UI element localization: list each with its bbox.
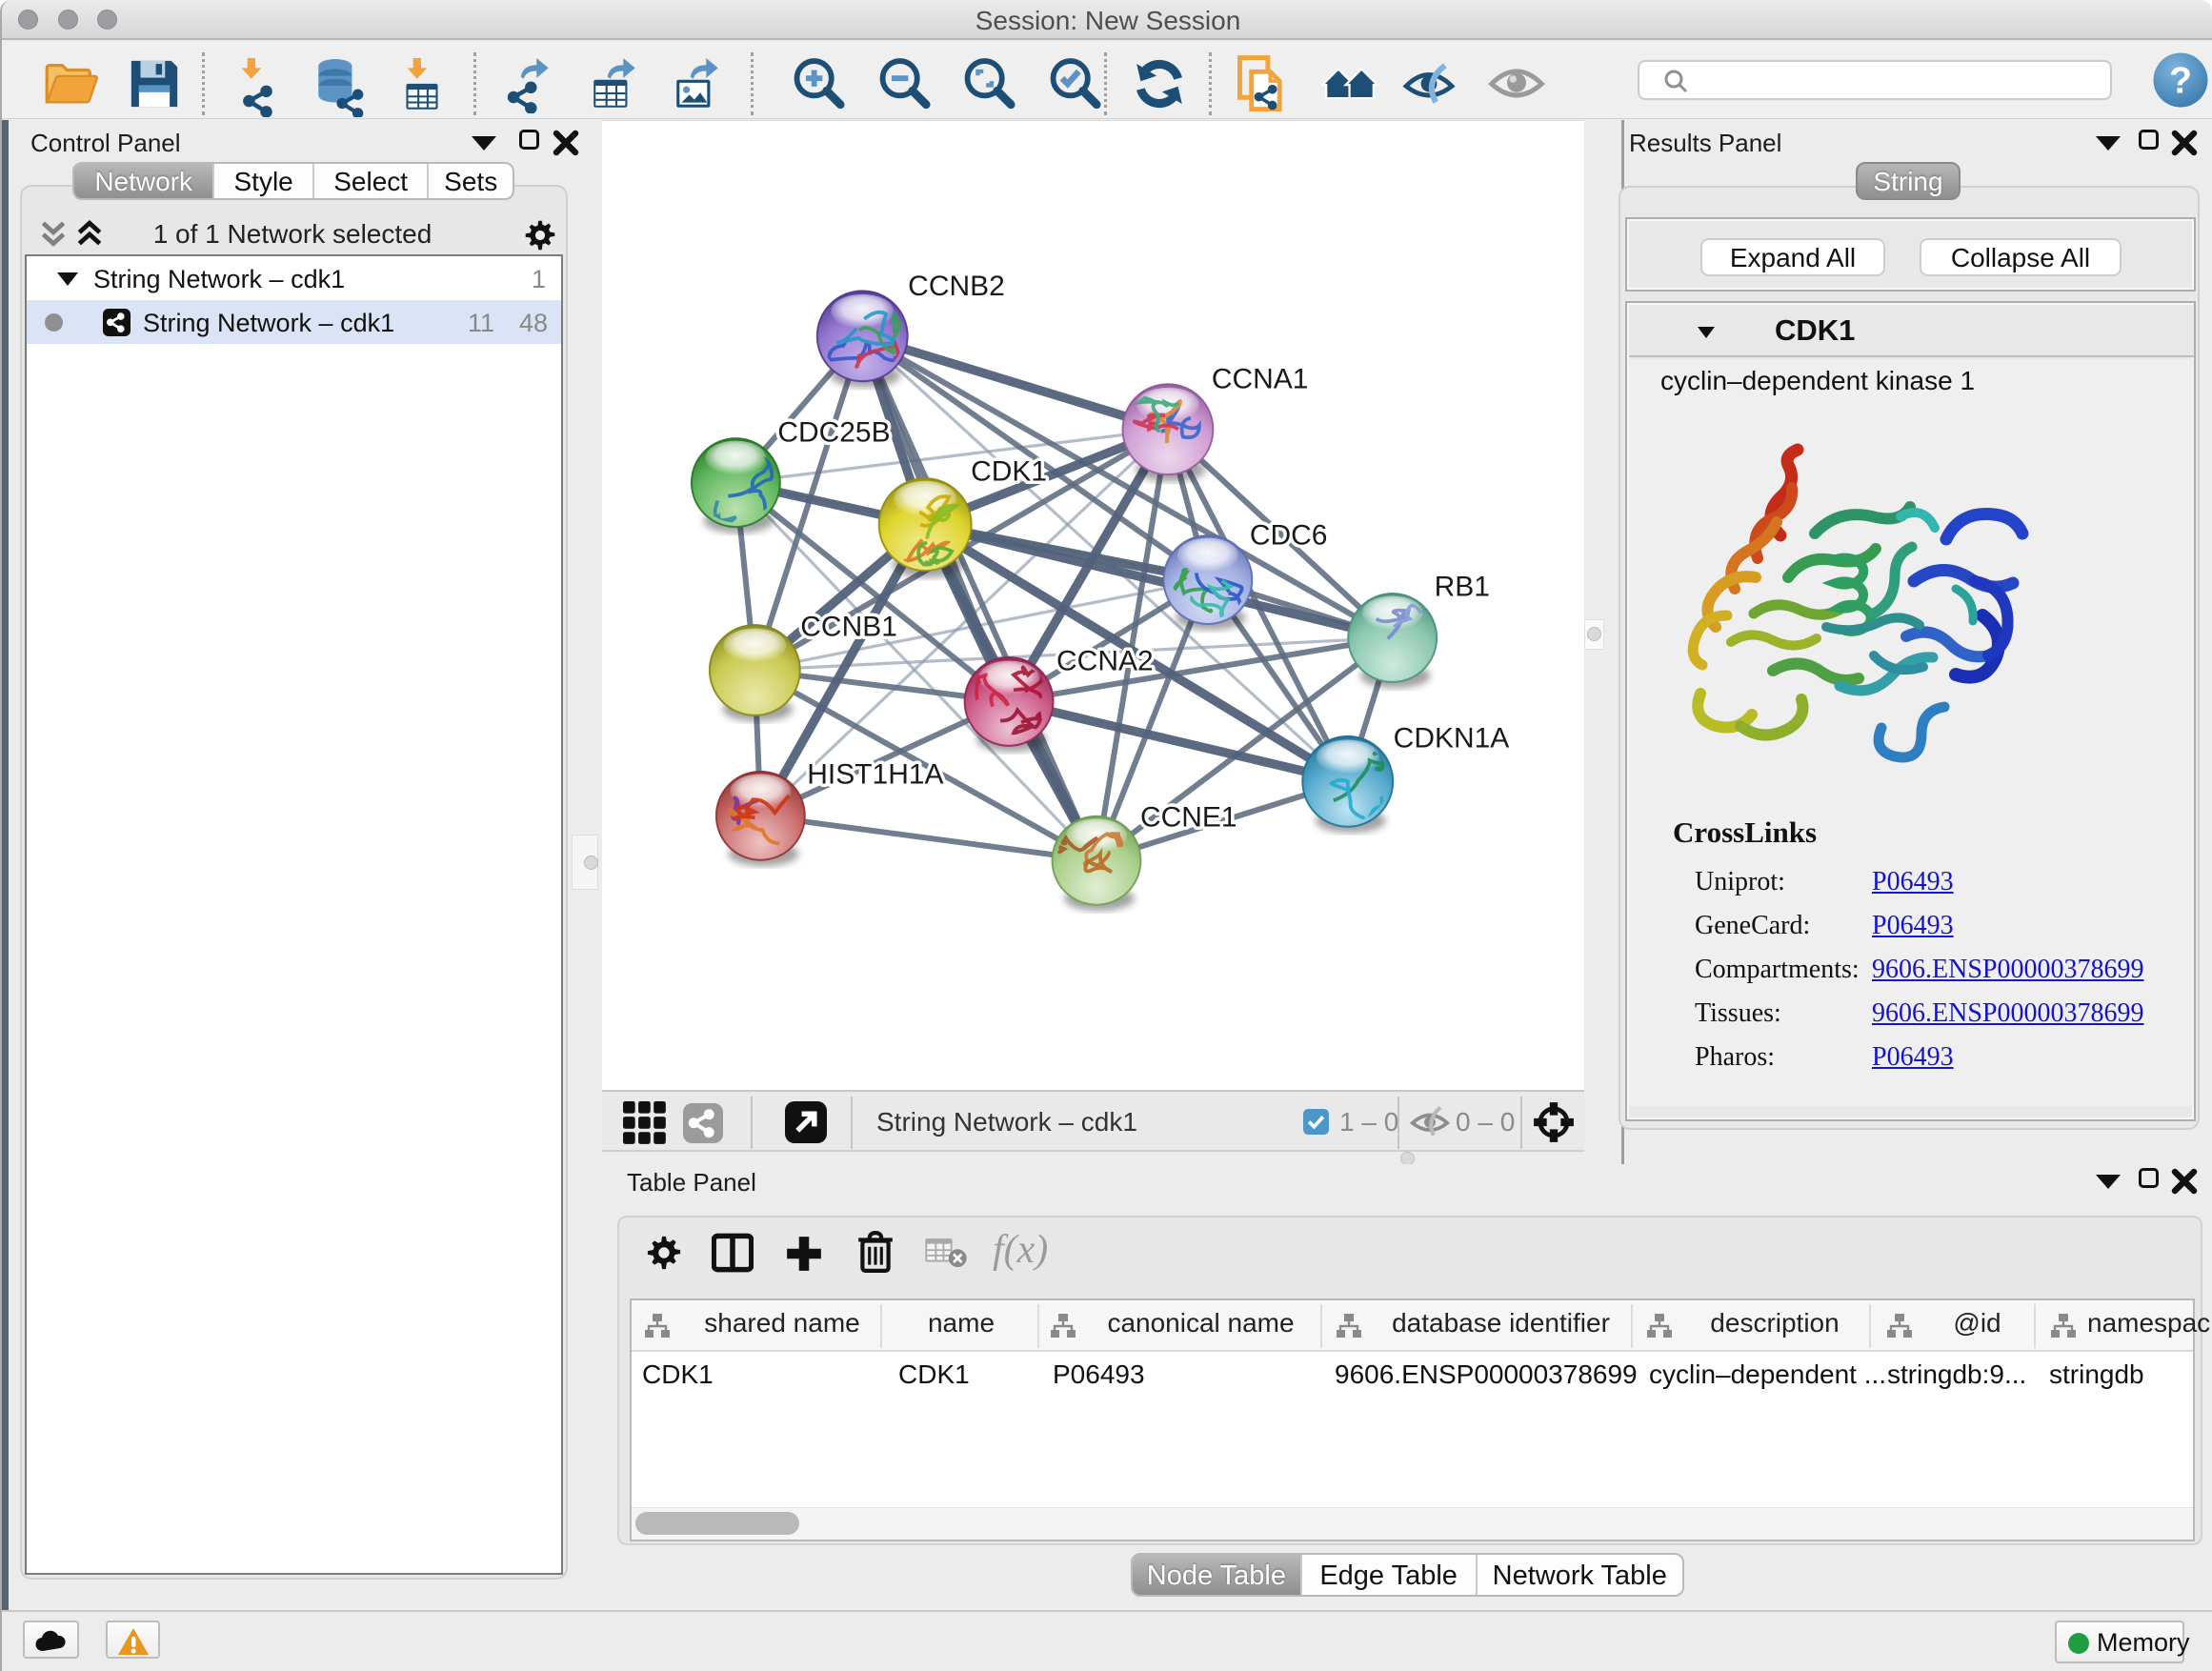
svg-text:HIST1H1A: HIST1H1A bbox=[807, 758, 943, 790]
svg-text:CCNA1: CCNA1 bbox=[1212, 364, 1309, 395]
svg-text:CDC25B: CDC25B bbox=[777, 417, 890, 449]
svg-text:CDK1: CDK1 bbox=[971, 456, 1047, 488]
svg-text:CCNB2: CCNB2 bbox=[908, 271, 1005, 302]
svg-text:?: ? bbox=[2169, 61, 2192, 102]
svg-text:CDC6: CDC6 bbox=[1250, 520, 1328, 552]
svg-text:CCNB1: CCNB1 bbox=[800, 611, 897, 642]
svg-text:RB1: RB1 bbox=[1435, 572, 1490, 603]
svg-text:CDKN1A: CDKN1A bbox=[1394, 722, 1510, 754]
svg-text:CCNE1: CCNE1 bbox=[1140, 801, 1237, 833]
svg-text:CCNA2: CCNA2 bbox=[1056, 645, 1154, 676]
